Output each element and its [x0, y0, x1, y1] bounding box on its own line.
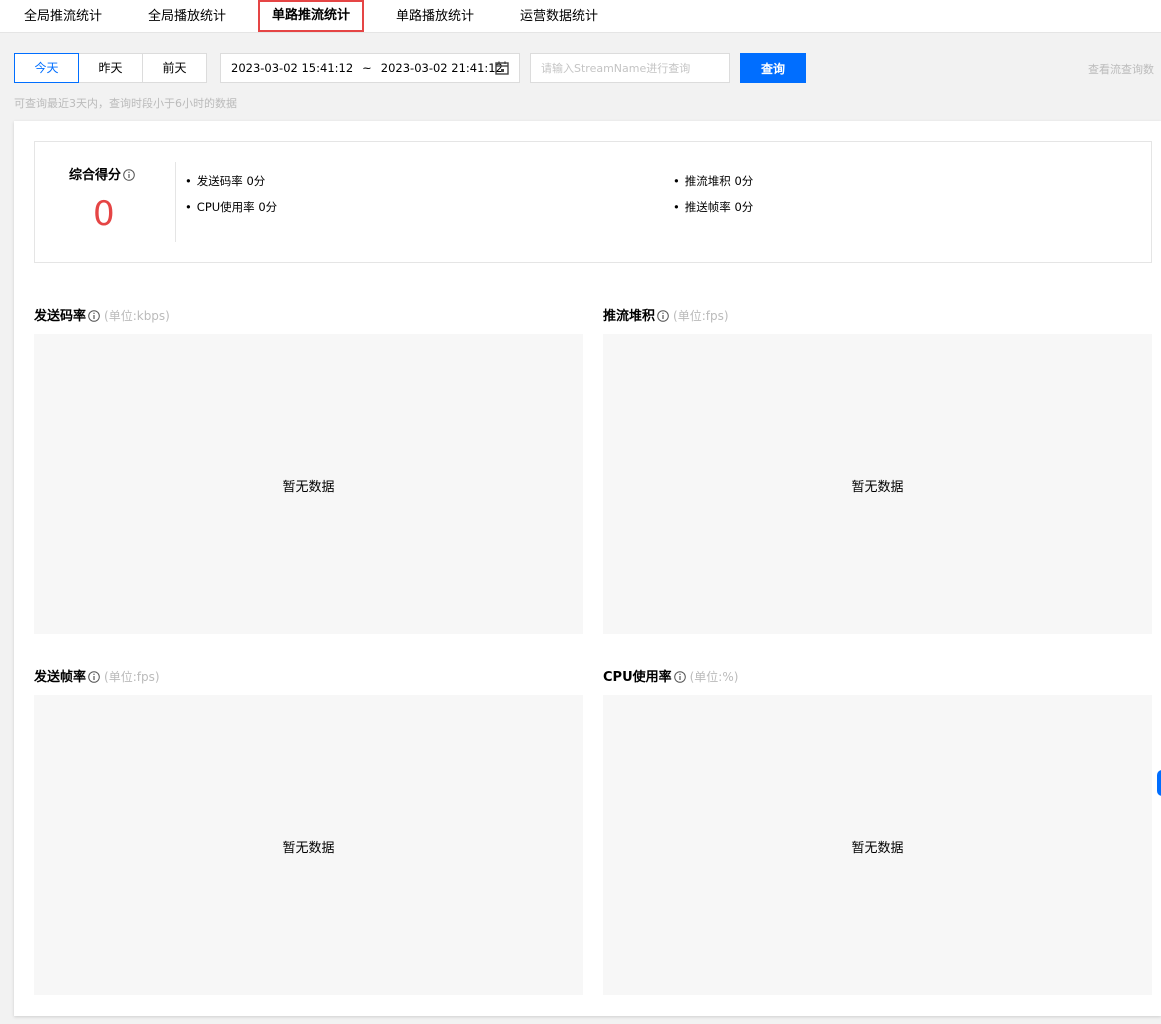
score-summary: 综合得分 0 发送码率 0分 推流堆积 0分 CPU使用率 0分 推送帧率 0分	[34, 141, 1152, 263]
query-hint: 可查询最近3天内，查询时段小于6小时的数据	[14, 97, 237, 110]
day-before-button[interactable]: 前天	[142, 53, 207, 83]
info-icon[interactable]	[88, 671, 100, 683]
tab-operations[interactable]: 运营数据统计	[520, 0, 598, 33]
info-icon[interactable]	[123, 169, 135, 181]
score-title: 综合得分	[69, 164, 135, 183]
stream-name-search-input[interactable]	[530, 53, 730, 83]
chart-title-send-framerate: 发送帧率 (单位:fps)	[34, 666, 160, 685]
no-data-text: 暂无数据	[282, 480, 335, 495]
tab-single-play[interactable]: 单路播放统计	[396, 0, 474, 33]
tab-global-push[interactable]: 全局推流统计	[24, 0, 102, 33]
chart-send-bitrate: 暂无数据	[34, 334, 583, 634]
date-end: 2023-03-02 21:41:12	[380, 61, 503, 75]
chart-title-cpu-usage: CPU使用率 (单位:%)	[603, 666, 738, 685]
no-data-text: 暂无数据	[851, 480, 904, 495]
chart-title-push-backlog: 推流堆积 (单位:fps)	[603, 305, 729, 324]
calendar-icon[interactable]	[495, 61, 509, 75]
info-icon[interactable]	[88, 310, 100, 322]
info-icon[interactable]	[673, 671, 686, 683]
info-icon[interactable]	[657, 310, 669, 322]
metric-send-bitrate: 发送码率 0分	[185, 173, 265, 189]
tab-bar: 全局推流统计 全局播放统计 单路推流统计 单路播放统计 运营数据统计	[0, 0, 1161, 33]
chart-unit: (单位:fps)	[104, 670, 160, 684]
floating-helper-widget[interactable]	[1157, 770, 1161, 796]
view-stream-query-link[interactable]: 查看流查询数	[1088, 61, 1154, 77]
query-button[interactable]: 查询	[740, 53, 806, 83]
chart-unit: (单位:%)	[689, 670, 739, 684]
divider	[175, 162, 176, 242]
tab-global-play[interactable]: 全局播放统计	[148, 0, 226, 33]
no-data-text: 暂无数据	[282, 841, 335, 856]
score-title-label: 综合得分	[69, 168, 122, 183]
chart-title-send-bitrate: 发送码率 (单位:kbps)	[34, 305, 170, 324]
yesterday-button[interactable]: 昨天	[78, 53, 143, 83]
chart-unit: (单位:kbps)	[104, 309, 170, 323]
day-selector: 今天 昨天 前天	[14, 53, 207, 83]
chart-unit: (单位:fps)	[673, 309, 729, 323]
metric-push-framerate: 推送帧率 0分	[673, 199, 753, 215]
chart-title-label: 推流堆积	[603, 309, 656, 324]
tab-single-push[interactable]: 单路推流统计	[258, 0, 365, 32]
date-start: 2023-03-02 15:41:12	[231, 61, 354, 75]
date-separator: ~	[362, 61, 372, 75]
chart-cpu-usage: 暂无数据	[603, 695, 1152, 995]
toolbar: 今天 昨天 前天 2023-03-02 15:41:12 ~2023-03-02 …	[0, 33, 1161, 121]
stats-panel: 综合得分 0 发送码率 0分 推流堆积 0分 CPU使用率 0分 推送帧率 0分…	[14, 121, 1161, 1016]
today-button[interactable]: 今天	[14, 53, 79, 83]
chart-send-framerate: 暂无数据	[34, 695, 583, 995]
chart-title-label: CPU使用率	[603, 670, 672, 685]
score-value: 0	[93, 194, 115, 234]
chart-push-backlog: 暂无数据	[603, 334, 1152, 634]
date-range-picker[interactable]: 2023-03-02 15:41:12 ~2023-03-02 21:41:12	[220, 53, 520, 83]
metric-cpu-usage: CPU使用率 0分	[185, 199, 277, 215]
metric-push-backlog: 推流堆积 0分	[673, 173, 753, 189]
chart-title-label: 发送码率	[34, 309, 87, 324]
chart-title-label: 发送帧率	[34, 670, 87, 685]
no-data-text: 暂无数据	[851, 841, 904, 856]
